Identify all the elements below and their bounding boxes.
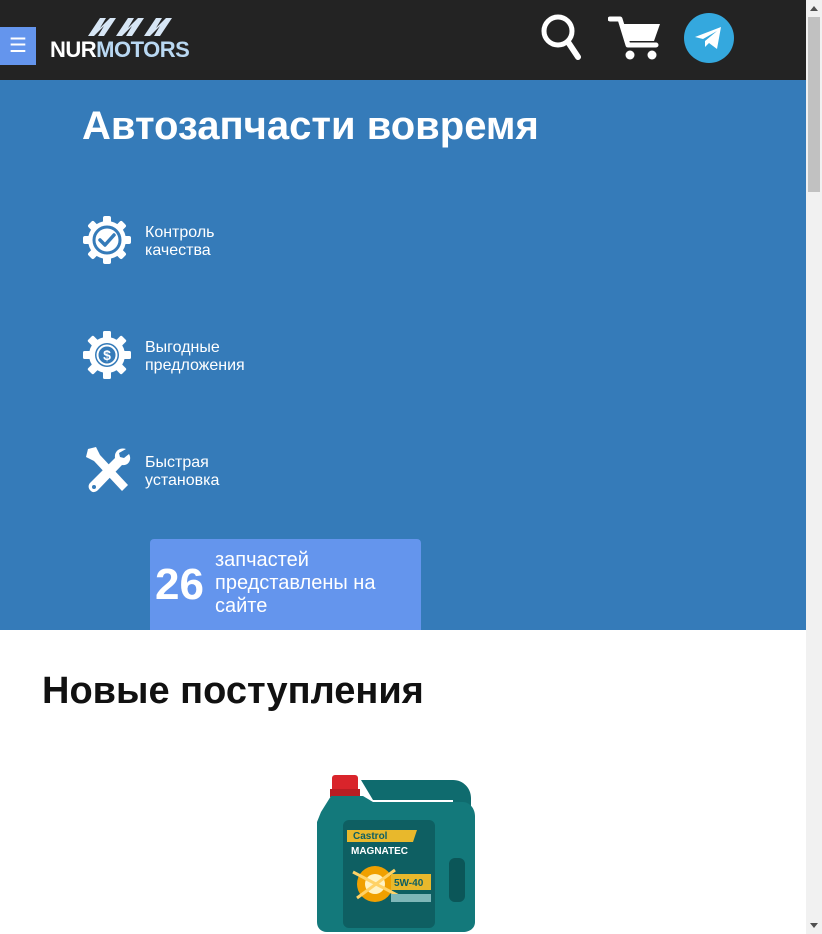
hero-section: Автозапчасти вовремя Контроль качества $… xyxy=(0,80,806,630)
feature-offers-line1: Выгодные xyxy=(145,339,220,356)
feature-install-label: Быстрая установка xyxy=(145,454,265,490)
site-header: ☰ NURMOTORS xyxy=(0,0,806,80)
product-viscosity: 5W-40 xyxy=(394,878,424,889)
quality-check-icon xyxy=(83,216,131,264)
feature-install-line2: установка xyxy=(145,472,220,489)
feature-offers-line2: предложения xyxy=(145,357,245,374)
parts-counter: 26 запчастей представлены на сайте xyxy=(150,539,421,630)
new-arrivals-title: Новые поступления xyxy=(42,670,424,712)
feature-offers: $ Выгодные предложения xyxy=(82,330,382,390)
feature-quality-line1: Контроль xyxy=(145,224,215,241)
cart-icon[interactable] xyxy=(608,15,664,61)
feature-quality-label: Контроль качества xyxy=(145,224,265,260)
nurmotors-logo[interactable]: NURMOTORS xyxy=(50,16,200,62)
telegram-icon[interactable] xyxy=(684,13,734,63)
search-icon[interactable] xyxy=(540,13,582,63)
product-brand: Castrol xyxy=(353,831,388,842)
parts-count-text: запчастей представлены на сайте xyxy=(215,549,376,617)
parts-count: 26 xyxy=(155,560,204,609)
svg-text:$: $ xyxy=(103,347,111,363)
scroll-up-arrow-icon[interactable] xyxy=(806,0,822,17)
product-name: MAGNATEC xyxy=(351,846,408,857)
wrench-screwdriver-icon xyxy=(86,447,131,493)
feature-quality-line2: качества xyxy=(145,242,211,259)
scroll-down-arrow-icon[interactable] xyxy=(806,917,822,934)
logo-text: NURMOTORS xyxy=(50,37,190,63)
page-scrollbar[interactable] xyxy=(806,0,822,934)
menu-button[interactable]: ☰ xyxy=(0,27,36,65)
product-image[interactable]: Castrol MAGNATEC 5W-40 xyxy=(313,772,477,934)
feature-install: Быстрая установка xyxy=(82,445,382,505)
feature-install-line1: Быстрая xyxy=(145,454,209,471)
dollar-gear-icon: $ xyxy=(83,331,131,379)
feature-offers-label: Выгодные предложения xyxy=(145,339,265,375)
logo-motors: MOTORS xyxy=(96,37,190,62)
logo-nur: NUR xyxy=(50,37,97,62)
hero-title: Автозапчасти вовремя xyxy=(82,104,539,148)
scroll-thumb[interactable] xyxy=(808,17,820,192)
feature-quality: Контроль качества xyxy=(82,215,382,275)
logo-mark-icon xyxy=(88,18,172,36)
